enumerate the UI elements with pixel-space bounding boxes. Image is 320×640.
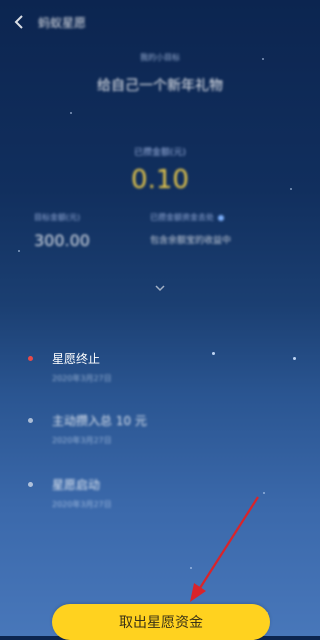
wish-title: 给自己一个新年礼物 [97,78,223,94]
star-decoration [212,352,215,355]
annotation-arrow-icon [190,496,259,602]
star-decoration [190,567,192,569]
wish-small-label: 我的小目标 [140,53,180,62]
star-decoration [293,357,296,360]
target-value: 300.00 [34,231,90,250]
timeline-dot [28,482,33,487]
timeline-date: 2020年3月27日 [52,500,112,509]
funds-label-text: 已攒金额资金去处 [150,213,214,222]
expand-button[interactable] [152,278,168,292]
target-label: 目标金额(元) [34,213,81,222]
timeline-dot [28,418,33,423]
timeline-title: 主动攒入总 10 元 [52,414,147,428]
top-bar: 蚂蚁星愿 [0,12,320,32]
page-title: 蚂蚁星愿 [38,16,87,30]
chevron-left-icon [14,15,23,29]
wish-header: 我的小目标 给自己一个新年礼物 [0,52,320,95]
target-amount-block: 目标金额(元) 300.00 [34,212,90,250]
chevron-down-icon [155,285,165,292]
funds-destination-block: 已攒金额资金去处 包含余额宝的收益中 [150,212,231,246]
star-decoration [18,250,20,252]
funds-description: 包含余额宝的收益中 [150,236,232,246]
timeline-date: 2020年3月27日 [52,374,112,383]
funds-label: 已攒金额资金去处 [150,212,231,223]
timeline-date: 2020年3月27日 [52,436,112,445]
timeline-title: 星愿启动 [52,478,101,492]
star-decoration [70,112,72,114]
timeline-dot-active [28,356,33,361]
info-icon[interactable] [218,214,224,221]
withdrawable-label: 已攒金额(元) [133,148,187,158]
withdrawable-amount: 0.10 [131,165,189,195]
star-decoration [263,492,265,494]
timeline-title: 星愿终止 [52,352,101,366]
back-button[interactable] [10,12,28,32]
withdraw-funds-button[interactable]: 取出星愿资金 [52,604,270,640]
